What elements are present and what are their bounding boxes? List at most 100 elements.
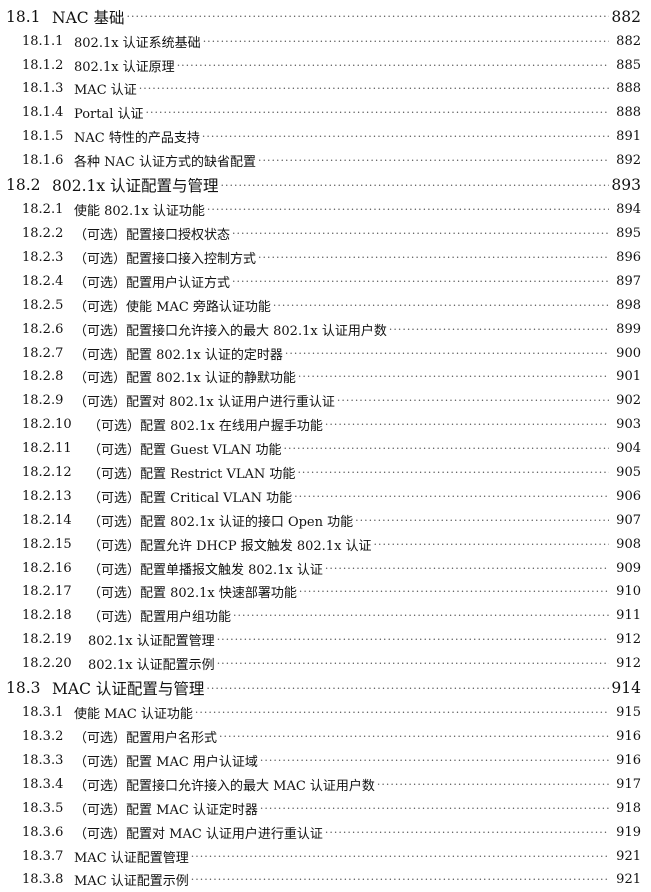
dot-leader	[232, 275, 609, 288]
toc-entry[interactable]: 18.2.10 （可选）配置 802.1x 在线用户握手功能 903	[0, 413, 641, 437]
page-number: 906	[616, 488, 641, 504]
toc-entry[interactable]: 18.1.2 802.1x 认证原理 885	[0, 53, 641, 77]
entry-number: 18.3	[6, 679, 41, 698]
toc-entry[interactable]: 18.2.19 802.1x 认证配置管理 912	[0, 628, 641, 652]
page-number: 912	[616, 656, 641, 672]
dot-leader	[233, 609, 609, 622]
dot-leader	[355, 514, 609, 527]
entry-title: （可选）配置接口允许接入的最大 MAC 认证用户数	[74, 778, 375, 794]
toc-entry[interactable]: 18.3.6 （可选）配置对 MAC 认证用户进行重认证 919	[0, 820, 641, 844]
dot-leader	[195, 706, 609, 719]
entry-title: （可选）配置 802.1x 认证的接口 Open 功能	[88, 514, 354, 530]
toc-entry[interactable]: 18.2.4 （可选）配置用户认证方式 897	[0, 269, 641, 293]
toc-entry[interactable]: 18.2.1 使能 802.1x 认证功能 894	[0, 198, 641, 222]
entry-title: （可选）配置单播报文触发 802.1x 认证	[88, 562, 323, 578]
toc-entry[interactable]: 18.3.4 （可选）配置接口允许接入的最大 MAC 认证用户数 917	[0, 772, 641, 796]
entry-title: 802.1x 认证系统基础	[74, 35, 201, 51]
entry-title: （可选）配置用户组功能	[88, 610, 232, 626]
entry-number: 18.2.6	[22, 321, 64, 337]
entry-title: （可选）配置对 MAC 认证用户进行重认证	[74, 826, 323, 842]
page-number: 900	[616, 345, 641, 361]
entry-title: 各种 NAC 认证方式的缺省配置	[74, 155, 256, 171]
toc-entry[interactable]: 18.2.16 （可选）配置单播报文触发 802.1x 认证 909	[0, 556, 641, 580]
toc-entry[interactable]: 18.3.3 （可选）配置 MAC 用户认证域 916	[0, 749, 641, 773]
entry-number: 18.3.3	[22, 752, 64, 768]
dot-leader	[217, 633, 609, 646]
toc-entry[interactable]: 18.2.2 （可选）配置接口授权状态 895	[0, 222, 641, 246]
entry-title: 802.1x 认证配置示例	[88, 658, 215, 674]
page-number: 898	[616, 297, 641, 313]
toc-entry[interactable]: 18.2.5 （可选）使能 MAC 旁路认证功能 898	[0, 293, 641, 317]
entry-number: 18.3.5	[22, 800, 64, 816]
entry-number: 18.2.3	[22, 249, 64, 265]
dot-leader	[374, 538, 609, 551]
dot-leader	[325, 562, 609, 575]
entry-number: 18.2.11	[22, 441, 72, 457]
entry-title: NAC 基础	[52, 8, 125, 27]
toc-entry[interactable]: 18.3.2 （可选）配置用户名形式 916	[0, 725, 641, 749]
toc-entry[interactable]: 18.3.5 （可选）配置 MAC 认证定时器 918	[0, 796, 641, 820]
toc-entry[interactable]: 18.2.3 （可选）配置接口接入控制方式 896	[0, 246, 641, 270]
toc-entry[interactable]: 18.3 MAC 认证配置与管理 914	[0, 676, 641, 701]
dot-leader	[377, 778, 609, 791]
entry-number: 18.2.15	[22, 536, 72, 552]
entry-number: 18.3.1	[22, 705, 64, 721]
toc-entry[interactable]: 18.1.3 MAC 认证 888	[0, 77, 641, 101]
entry-title: （可选）配置 Restrict VLAN 功能	[88, 466, 296, 482]
dot-leader	[191, 850, 609, 863]
toc-entry[interactable]: 18.3.1 使能 MAC 认证功能 915	[0, 701, 641, 725]
page-number: 910	[616, 584, 641, 600]
entry-number: 18.1.1	[22, 33, 64, 49]
toc-entry[interactable]: 18.3.8 MAC 认证配置示例 921	[0, 868, 641, 892]
toc-entry[interactable]: 18.3.7 MAC 认证配置管理 921	[0, 844, 641, 868]
toc-entry[interactable]: 18.1.4 Portal 认证 888	[0, 101, 641, 125]
toc-entry[interactable]: 18.2.18 （可选）配置用户组功能 911	[0, 604, 641, 628]
page-number: 895	[616, 226, 641, 242]
entry-title: （可选）使能 MAC 旁路认证功能	[74, 299, 271, 315]
dot-leader	[191, 873, 609, 886]
toc-entry[interactable]: 18.2.13 （可选）配置 Critical VLAN 功能 906	[0, 484, 641, 508]
toc-entry[interactable]: 18.2.9 （可选）配置对 802.1x 认证用户进行重认证 902	[0, 389, 641, 413]
dot-leader	[285, 347, 609, 360]
page-number: 882	[611, 7, 641, 26]
toc-entry[interactable]: 18.1.5 NAC 特性的产品支持 891	[0, 125, 641, 149]
dot-leader	[202, 130, 609, 143]
entry-number: 18.2.17	[22, 584, 72, 600]
dot-leader	[177, 59, 609, 72]
entry-number: 18.2.20	[22, 656, 72, 672]
toc-entry[interactable]: 18.1 NAC 基础 882	[0, 4, 641, 29]
entry-title: （可选）配置用户认证方式	[74, 275, 231, 291]
toc-entry[interactable]: 18.2.17 （可选）配置 802.1x 快速部署功能 910	[0, 580, 641, 604]
entry-title: （可选）配置 802.1x 在线用户握手功能	[88, 419, 323, 435]
dot-leader	[260, 754, 609, 767]
page-number: 892	[616, 153, 641, 169]
page-number: 911	[616, 608, 641, 624]
page-number: 894	[616, 202, 641, 218]
entry-title: MAC 认证	[74, 83, 137, 99]
toc-entry[interactable]: 18.2 802.1x 认证配置与管理 893	[0, 173, 641, 198]
dot-leader	[325, 826, 609, 839]
page-number: 907	[616, 512, 641, 528]
toc-entry[interactable]: 18.2.11 （可选）配置 Guest VLAN 功能 904	[0, 437, 641, 461]
entry-number: 18.1.6	[22, 153, 64, 169]
dot-leader	[206, 682, 609, 695]
toc-entry[interactable]: 18.2.8 （可选）配置 802.1x 认证的静默功能 901	[0, 365, 641, 389]
page-number: 914	[611, 679, 641, 698]
dot-leader	[127, 10, 609, 23]
page-number: 919	[616, 824, 641, 840]
page-number: 912	[616, 632, 641, 648]
toc-entry[interactable]: 18.2.12 （可选）配置 Restrict VLAN 功能 905	[0, 461, 641, 485]
entry-title: （可选）配置 MAC 认证定时器	[74, 802, 258, 818]
toc-entry[interactable]: 18.2.14 （可选）配置 802.1x 认证的接口 Open 功能 907	[0, 508, 641, 532]
toc-entry[interactable]: 18.2.6 （可选）配置接口允许接入的最大 802.1x 认证用户数 899	[0, 317, 641, 341]
entry-number: 18.2.19	[22, 632, 72, 648]
toc-entry[interactable]: 18.2.15 （可选）配置允许 DHCP 报文触发 802.1x 认证 908	[0, 532, 641, 556]
entry-title: MAC 认证配置管理	[74, 850, 189, 866]
entry-title: （可选）配置接口接入控制方式	[74, 251, 257, 267]
entry-number: 18.2.16	[22, 560, 72, 576]
toc-entry[interactable]: 18.2.7 （可选）配置 802.1x 认证的定时器 900	[0, 341, 641, 365]
toc-entry[interactable]: 18.1.1 802.1x 认证系统基础 882	[0, 29, 641, 53]
entry-number: 18.2.10	[22, 417, 72, 433]
toc-entry[interactable]: 18.1.6 各种 NAC 认证方式的缺省配置 892	[0, 149, 641, 173]
toc-entry[interactable]: 18.2.20 802.1x 认证配置示例 912	[0, 652, 641, 676]
